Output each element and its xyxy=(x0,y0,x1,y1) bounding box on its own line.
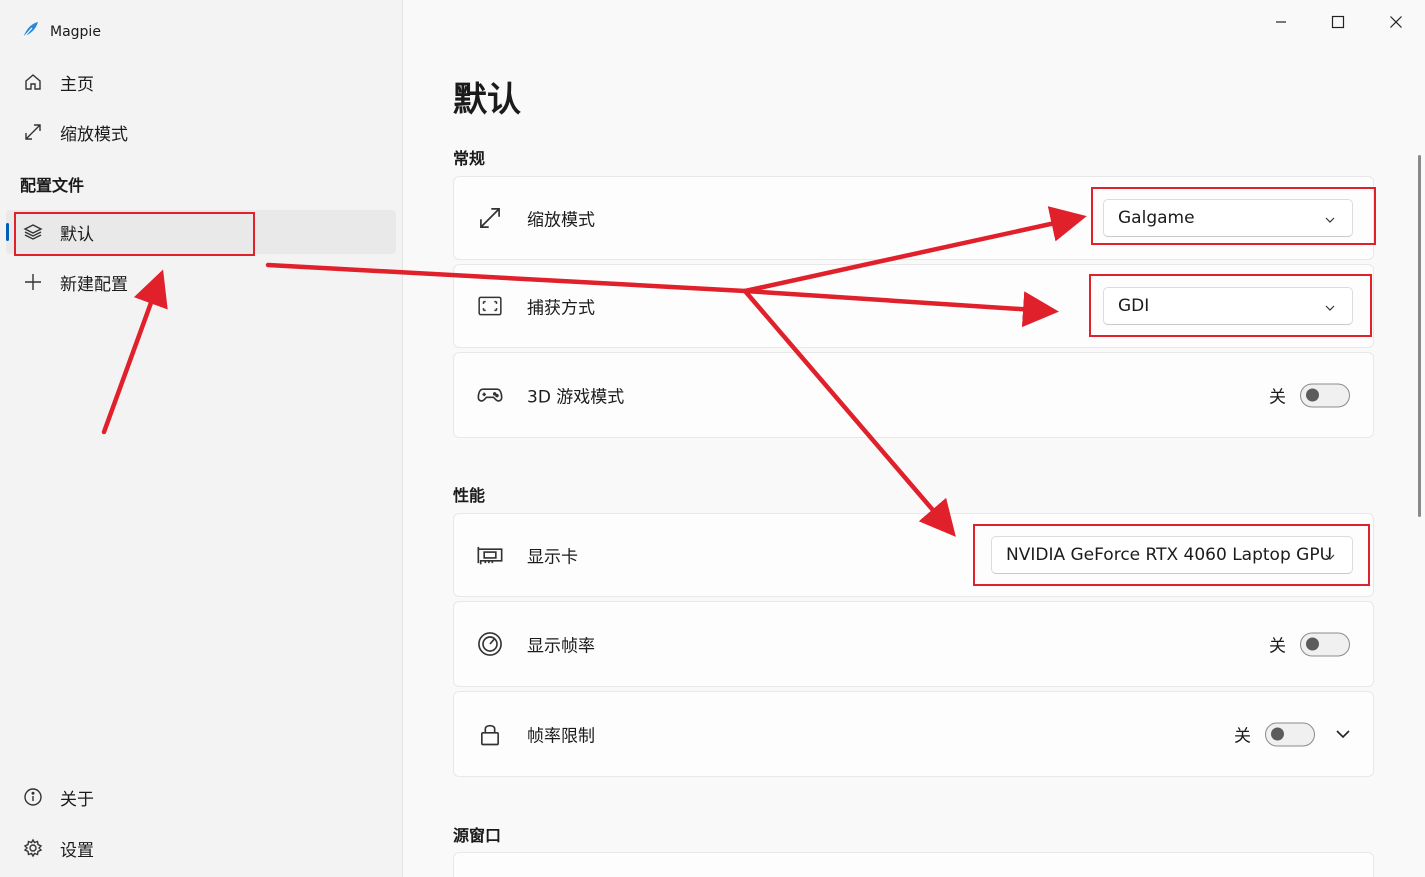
setting-label: 显示卡 xyxy=(527,547,578,568)
minimize-button[interactable] xyxy=(1269,10,1293,34)
sidebar-item-label: 新建配置 xyxy=(60,274,128,295)
graphics-card-icon xyxy=(476,541,504,569)
chevron-down-icon[interactable] xyxy=(1334,726,1352,745)
gamepad-icon xyxy=(476,381,504,409)
fps-limit-toggle-group: 关 xyxy=(1234,722,1315,747)
toggle-state-label: 关 xyxy=(1234,726,1251,747)
sidebar-item-about[interactable]: 关于 xyxy=(6,775,396,819)
magpie-logo-icon xyxy=(20,20,40,44)
sidebar-item-label: 设置 xyxy=(60,840,94,861)
setting-3d-game-mode: 3D 游戏模式 关 xyxy=(453,352,1374,438)
3d-game-mode-toggle-group: 关 xyxy=(1269,383,1350,408)
setting-label: 捕获方式 xyxy=(527,298,595,319)
show-fps-toggle-group: 关 xyxy=(1269,632,1350,657)
scrollbar[interactable] xyxy=(1418,155,1421,517)
sidebar-item-label: 关于 xyxy=(60,789,94,810)
toggle-state-label: 关 xyxy=(1269,636,1286,657)
sidebar-item-settings[interactable]: 设置 xyxy=(6,826,396,870)
setting-source-window-card xyxy=(453,852,1374,877)
maximize-button[interactable] xyxy=(1326,10,1350,34)
sidebar-item-label: 缩放模式 xyxy=(60,124,128,145)
show-fps-toggle[interactable] xyxy=(1300,632,1350,656)
setting-label: 3D 游戏模式 xyxy=(527,387,625,408)
app-title-label: Magpie xyxy=(50,24,101,40)
section-general: 常规 xyxy=(453,149,486,168)
gear-icon xyxy=(16,838,50,858)
profiles-section-label: 配置文件 xyxy=(20,176,85,195)
sidebar-item-scale-modes[interactable]: 缩放模式 xyxy=(6,110,396,154)
setting-show-fps: 显示帧率 关 xyxy=(453,601,1374,687)
highlight-box-capture-method xyxy=(1089,274,1372,337)
highlight-box-default-profile xyxy=(14,212,255,256)
sidebar-item-new-profile[interactable]: 新建配置 xyxy=(6,260,396,304)
setting-label: 缩放模式 xyxy=(527,210,595,231)
highlight-box-scale-mode xyxy=(1091,187,1376,245)
speedometer-icon xyxy=(476,630,504,658)
setting-label: 显示帧率 xyxy=(527,636,595,657)
setting-fps-limit[interactable]: 帧率限制 关 xyxy=(453,691,1374,777)
section-source-window: 源窗口 xyxy=(453,826,502,845)
fps-limit-toggle[interactable] xyxy=(1265,722,1315,746)
home-icon xyxy=(16,72,50,92)
resize-icon xyxy=(476,204,504,232)
resize-icon xyxy=(16,122,50,142)
section-performance: 性能 xyxy=(453,486,486,505)
setting-label: 帧率限制 xyxy=(527,726,595,747)
highlight-box-gpu xyxy=(973,524,1370,586)
plus-icon xyxy=(16,272,50,292)
lock-icon xyxy=(476,720,504,748)
app-title: Magpie xyxy=(20,20,101,44)
page-title: 默认 xyxy=(453,80,521,120)
toggle-state-label: 关 xyxy=(1269,387,1286,408)
3d-game-mode-toggle[interactable] xyxy=(1300,383,1350,407)
close-button[interactable] xyxy=(1384,10,1408,34)
capture-frame-icon xyxy=(476,292,504,320)
sidebar-item-home[interactable]: 主页 xyxy=(6,60,396,104)
main-content: 默认 常规 缩放模式 Galgame 捕获方式 GDI 3D 游戏模式 关 性能 xyxy=(402,0,1425,877)
sidebar-item-label: 主页 xyxy=(60,74,94,95)
sidebar: Magpie 主页 缩放模式 配置文件 默认 新建配置 关于 设置 xyxy=(0,0,402,877)
info-icon xyxy=(16,787,50,807)
